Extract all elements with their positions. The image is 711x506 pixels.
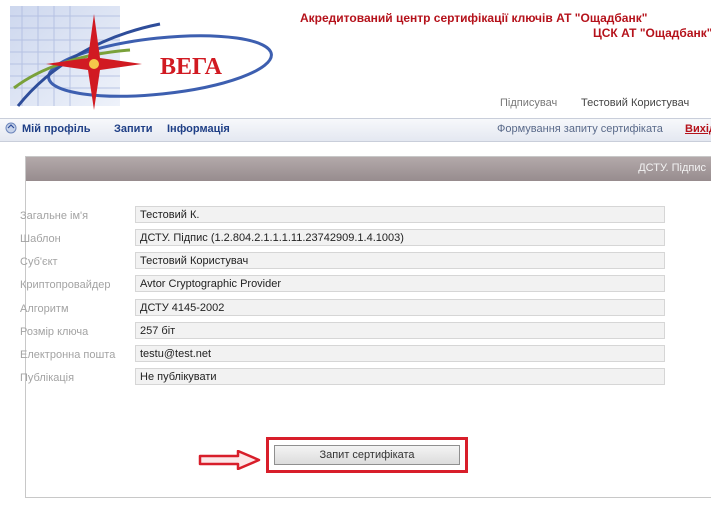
- panel-header: ДСТУ. Підпис: [26, 157, 711, 181]
- label-publication: Публікація: [20, 372, 75, 384]
- value-key-size: 257 біт: [135, 322, 665, 339]
- arrow-right-icon: [198, 450, 261, 470]
- label-template: Шаблон: [20, 233, 61, 245]
- value-common-name: Тестовий К.: [135, 206, 665, 223]
- label-algorithm: Алгоритм: [20, 303, 69, 315]
- logout-link[interactable]: Вихід: [685, 123, 711, 135]
- page-header: ВЕГА Акредитований центр сертифікації кл…: [0, 0, 711, 118]
- logo-text: ВЕГА: [160, 54, 223, 80]
- label-crypto-provider: Криптопровайдер: [20, 279, 111, 291]
- org-subtitle: ЦСК АТ "Ощадбанк": [593, 26, 711, 40]
- label-subject: Суб'єкт: [20, 256, 58, 268]
- value-template: ДСТУ. Підпис (1.2.804.2.1.1.1.11.2374290…: [135, 229, 665, 246]
- panel-title: ДСТУ. Підпис: [638, 162, 706, 174]
- value-subject: Тестовий Користувач: [135, 252, 665, 269]
- value-crypto-provider: Avtor Cryptographic Provider: [135, 275, 665, 292]
- vega-logo: ВЕГА: [10, 6, 273, 110]
- label-key-size: Розмір ключа: [20, 326, 89, 338]
- request-certificate-button[interactable]: Запит сертифіката: [274, 445, 460, 465]
- value-algorithm: ДСТУ 4145-2002: [135, 299, 665, 316]
- signer-label: Підписувач: [500, 97, 558, 109]
- nav-bar: Мій профіль Запити Інформація Формування…: [0, 118, 711, 142]
- label-email: Електронна пошта: [20, 349, 116, 361]
- submit-highlight: Запит сертифіката: [266, 437, 468, 473]
- nav-requests[interactable]: Запити: [114, 123, 153, 135]
- org-title: Акредитований центр сертифікації ключів …: [300, 11, 648, 25]
- value-email: testu@test.net: [135, 345, 665, 362]
- nav-my-profile[interactable]: Мій профіль: [22, 123, 91, 135]
- nav-cert-request[interactable]: Формування запиту сертифіката: [497, 123, 663, 135]
- value-publication: Не публікувати: [135, 368, 665, 385]
- nav-information[interactable]: Інформація: [167, 123, 230, 135]
- signer-name: Тестовий Користувач: [581, 97, 690, 109]
- nav-icon: [5, 122, 17, 134]
- label-common-name: Загальне ім'я: [20, 210, 89, 222]
